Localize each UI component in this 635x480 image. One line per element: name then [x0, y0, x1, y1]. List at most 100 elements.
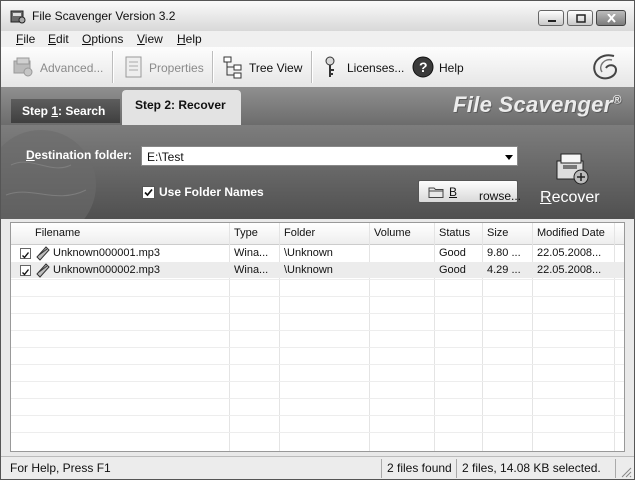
status-selection: 2 files, 14.08 KB selected. [462, 461, 601, 475]
tab-step1-suffix: : Search [58, 104, 106, 118]
cell-size: 9.80 ... [487, 247, 521, 259]
row-gridline [11, 398, 624, 399]
destination-label-text: estination folder: [34, 148, 133, 162]
browse-button[interactable]: Browse... [418, 180, 521, 203]
table-row[interactable]: Unknown000002.mp3 Wina... \Unknown Good … [11, 262, 624, 278]
cell-folder: \Unknown [284, 264, 333, 276]
browse-mnemonic: B [449, 185, 458, 199]
toolbar-separator [212, 51, 214, 83]
properties-icon [125, 56, 142, 78]
destination-mnemonic: D [26, 148, 35, 162]
column-header-folder[interactable]: Folder [284, 227, 315, 239]
row-gridline [11, 364, 624, 365]
row-gridline [11, 415, 624, 416]
maximize-icon [576, 14, 586, 23]
key-icon [325, 56, 335, 77]
browse-label-text: rowse... [479, 189, 522, 203]
svg-text:?: ? [419, 59, 428, 75]
file-list[interactable]: Filename Type Folder Volume Status Size … [10, 222, 625, 452]
properties-button[interactable]: Properties [122, 55, 208, 79]
close-button[interactable] [596, 10, 626, 26]
licenses-label: Licenses... [347, 61, 405, 75]
menu-view[interactable]: View [137, 32, 163, 46]
column-header-modified-date[interactable]: Modified Date [537, 227, 605, 239]
resize-grip-icon[interactable] [620, 466, 632, 478]
checkmark-icon [22, 252, 30, 259]
cell-folder: \Unknown [284, 247, 333, 259]
use-folder-names-checkbox[interactable] [142, 186, 155, 199]
toolbar-separator [311, 51, 313, 83]
cell-modified-date: 22.05.2008... [537, 264, 602, 276]
row-gridline [11, 279, 624, 280]
brand-swirl-icon [593, 54, 618, 80]
audio-file-icon [36, 263, 50, 278]
maximize-button[interactable] [567, 10, 593, 26]
column-header-type[interactable]: Type [234, 227, 258, 239]
column-header-volume[interactable]: Volume [374, 227, 411, 239]
minimize-icon [548, 20, 556, 22]
destination-folder-label: Destination folder: [26, 148, 132, 162]
destination-folder-combobox[interactable]: E:\Test [141, 146, 518, 166]
minimize-button[interactable] [538, 10, 564, 26]
column-header-filename[interactable]: Filename [35, 227, 80, 239]
destination-folder-value: E:\Test [147, 150, 184, 164]
browse-label: Browse... [449, 185, 521, 203]
brand-registered-mark: ® [612, 92, 622, 107]
tab-step1-label: Step 1: Search [22, 104, 105, 118]
row-checkbox[interactable] [20, 248, 31, 259]
brand-logo-text: File Scavenger® [453, 92, 622, 118]
menu-edit-mnemonic: E [48, 32, 57, 46]
cell-type: Wina... [234, 264, 269, 276]
status-separator [615, 459, 616, 478]
status-separator [381, 459, 382, 478]
recover-button[interactable]: Recover [540, 189, 600, 207]
checkmark-icon [22, 269, 30, 276]
row-gridline [11, 432, 624, 433]
dropdown-arrow-icon[interactable] [505, 155, 513, 160]
cell-type: Wina... [234, 247, 269, 259]
advanced-icon [13, 57, 33, 77]
toolbar-separator [112, 51, 114, 83]
menu-file-label: ile [23, 32, 36, 46]
tab-step2-label: Step 2: Recover [135, 98, 226, 112]
menu-edit[interactable]: Edit [48, 32, 69, 46]
cell-status: Good [439, 247, 466, 259]
advanced-label: Advanced... [40, 61, 104, 75]
folder-icon [428, 187, 444, 198]
row-gridline [11, 296, 624, 297]
help-button[interactable]: ? Help [412, 55, 466, 79]
cell-size: 4.29 ... [487, 264, 521, 276]
tab-step1-prefix: Step [22, 104, 52, 118]
advanced-button[interactable]: Advanced... [11, 55, 107, 79]
close-icon [607, 14, 616, 23]
cell-filename: Unknown000002.mp3 [53, 264, 161, 276]
app-window: File Scavenger Version 3.2 File Edit Opt… [0, 0, 635, 480]
tree-view-button[interactable]: Tree View [223, 55, 305, 79]
tab-step2-recover[interactable]: Step 2: Recover [122, 90, 241, 126]
menu-view-label: iew [144, 32, 163, 46]
row-gridline [11, 381, 624, 382]
menu-options-mnemonic: O [82, 32, 92, 46]
help-icon: ? [412, 56, 434, 78]
cell-modified-date: 22.05.2008... [537, 247, 602, 259]
column-header-size[interactable]: Size [487, 227, 508, 239]
table-row[interactable]: Unknown000001.mp3 Wina... \Unknown Good … [11, 245, 624, 261]
tree-view-icon [223, 56, 242, 79]
menu-help[interactable]: Help [177, 32, 202, 46]
recover-icon[interactable] [553, 151, 593, 187]
audio-file-icon [36, 246, 50, 261]
menu-view-mnemonic: V [137, 32, 145, 46]
tab-step1-search[interactable]: Step 1: Search [11, 99, 120, 123]
licenses-button[interactable]: Licenses... [321, 55, 405, 79]
checkmark-icon [144, 188, 153, 197]
row-checkbox[interactable] [20, 265, 31, 276]
column-header-status[interactable]: Status [439, 227, 470, 239]
menu-options[interactable]: Options [82, 32, 123, 46]
title-bar: File Scavenger Version 3.2 [1, 1, 634, 31]
row-gridline [11, 313, 624, 314]
cell-filename: Unknown000001.mp3 [53, 247, 161, 259]
menu-file[interactable]: File [16, 32, 35, 46]
help-label: Help [439, 61, 464, 75]
globe-background-icon [1, 130, 96, 219]
cell-status: Good [439, 264, 466, 276]
